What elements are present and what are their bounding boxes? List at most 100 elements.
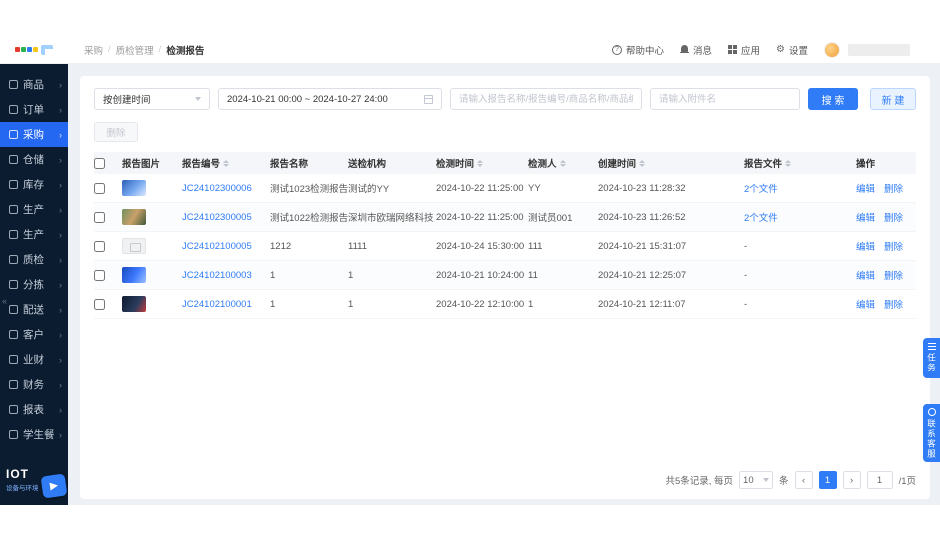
report-no-link[interactable]: JC24102100005 <box>182 241 252 252</box>
sort-icon[interactable] <box>785 159 792 167</box>
sidebar-item-procurement[interactable]: 采购 <box>0 122 68 147</box>
page-size-select[interactable]: 10 <box>739 471 774 489</box>
keyword-input[interactable] <box>450 88 642 110</box>
delete-button[interactable]: 删除 <box>884 239 903 253</box>
row-checkbox[interactable] <box>94 211 105 223</box>
sidebar-collapse-icon[interactable] <box>2 296 7 306</box>
edit-button[interactable]: 编辑 <box>856 239 875 253</box>
sort-icon[interactable] <box>477 159 484 167</box>
breadcrumb-root[interactable]: 采购 <box>84 43 103 57</box>
settings-button[interactable]: 设置 <box>776 43 808 57</box>
sort-icon[interactable] <box>223 159 230 167</box>
sidebar-item-production-2[interactable]: 生产 <box>0 222 68 247</box>
current-page-button[interactable]: 1 <box>818 471 837 489</box>
date-range-picker[interactable]: 2024-10-21 00:00 ~ 2024-10-27 24:00 <box>218 88 442 110</box>
sidebar-item-finance[interactable]: 财务 <box>0 372 68 397</box>
table-row: JC24102300006 测试1023检测报告 测试的YY 2024-10-2… <box>94 174 916 203</box>
help-center-button[interactable]: 帮助中心 <box>611 43 664 57</box>
sidebar-item-biz-finance[interactable]: 业财 <box>0 347 68 372</box>
sidebar-brand: IOT 设备与环境 <box>0 463 68 505</box>
row-checkbox[interactable] <box>94 240 105 252</box>
edit-button[interactable]: 编辑 <box>856 181 875 195</box>
delete-button[interactable]: 删除 <box>884 297 903 311</box>
sidebar-item-delivery[interactable]: 配送 <box>0 297 68 322</box>
created-time: 2024-10-21 12:11:07 <box>598 298 686 310</box>
sort-icon[interactable] <box>559 159 566 167</box>
row-checkbox[interactable] <box>94 182 105 194</box>
table-row: JC24102100003 1 1 2024-10-21 10:24:00 11… <box>94 261 916 290</box>
row-checkbox[interactable] <box>94 269 105 281</box>
sidebar-item-label: 生产 <box>23 204 44 216</box>
sidebar-item-warehouse[interactable]: 仓储 <box>0 147 68 172</box>
time-field-select[interactable]: 按创建时间 <box>94 88 210 110</box>
total-records-label: 共5条记录, 每页 <box>665 476 734 487</box>
messages-button[interactable]: 消息 <box>679 43 712 57</box>
contact-support-tab[interactable]: 联系客服 <box>923 404 940 462</box>
account-menu[interactable] <box>824 41 910 58</box>
sidebar-item-orders[interactable]: 订单 <box>0 97 68 122</box>
search-button[interactable]: 搜 索 <box>808 88 858 110</box>
agency: 深圳市欧瑞网络科技 <box>348 213 434 224</box>
agency: 1111 <box>348 240 368 252</box>
sidebar-item-label: 商品 <box>23 79 44 91</box>
sidebar-item-inventory[interactable]: 库存 <box>0 172 68 197</box>
sidebar-item-quality[interactable]: 质检 <box>0 247 68 272</box>
inventory-icon <box>9 180 18 189</box>
sidebar-item-production[interactable]: 生产 <box>0 197 68 222</box>
task-list-icon <box>927 343 936 350</box>
table-header-row: 报告图片 报告编号 报告名称 送检机构 检测时间 检测人 创建时间 报告文件 操… <box>94 152 916 174</box>
header-agency: 送检机构 <box>348 159 387 170</box>
header-created-time: 创建时间 <box>598 156 744 170</box>
attachment-name-input[interactable] <box>650 88 800 110</box>
report-no-link[interactable]: JC24102100003 <box>182 270 252 281</box>
breadcrumb-section[interactable]: 质检管理 <box>116 43 154 57</box>
sort-icon[interactable] <box>639 159 646 167</box>
chevron-right-icon <box>59 405 62 415</box>
sidebar-item-goods[interactable]: 商品 <box>0 72 68 97</box>
sidebar-item-label: 分拣 <box>23 279 44 291</box>
sidebar-item-sorting[interactable]: 分拣 <box>0 272 68 297</box>
page-jump-input[interactable] <box>866 471 893 489</box>
prev-page-button[interactable]: ‹ <box>794 471 813 489</box>
report-no-link[interactable]: JC24102300006 <box>182 183 252 194</box>
sidebar-item-label: 财务 <box>23 379 44 391</box>
chevron-right-icon <box>59 205 62 215</box>
warehouse-icon <box>9 155 18 164</box>
sidebar-item-label: 报表 <box>23 404 44 416</box>
reports-icon <box>9 405 18 414</box>
row-checkbox[interactable] <box>94 298 105 310</box>
chevron-right-icon <box>59 330 62 340</box>
time-field-value: 按创建时间 <box>103 95 151 106</box>
files-link[interactable]: 2个文件 <box>744 210 778 224</box>
chevron-down-icon <box>763 478 770 482</box>
headset-icon <box>927 407 936 416</box>
next-page-button[interactable]: › <box>842 471 861 489</box>
apps-button[interactable]: 应用 <box>728 43 760 57</box>
bulk-delete-button[interactable]: 删除 <box>94 122 138 142</box>
files-link[interactable]: 2个文件 <box>744 181 778 195</box>
tester: 测试员001 <box>528 213 573 224</box>
delete-button[interactable]: 删除 <box>884 210 903 224</box>
new-report-button[interactable]: 新 建 <box>870 88 916 110</box>
edit-button[interactable]: 编辑 <box>856 297 875 311</box>
chat-bubble-icon[interactable] <box>40 473 68 499</box>
sidebar-item-customers[interactable]: 客户 <box>0 322 68 347</box>
select-all-checkbox[interactable] <box>94 157 105 169</box>
bell-icon <box>679 44 689 55</box>
biz-finance-icon <box>9 355 18 364</box>
task-panel-tab[interactable]: 任务 <box>923 338 940 378</box>
report-no-link[interactable]: JC24102100001 <box>182 299 252 310</box>
logo-square-red <box>15 47 20 52</box>
sidebar-item-reports[interactable]: 报表 <box>0 397 68 422</box>
sidebar-item-student-meals[interactable]: 学生餐 <box>0 422 68 447</box>
edit-button[interactable]: 编辑 <box>856 210 875 224</box>
delete-button[interactable]: 删除 <box>884 268 903 282</box>
edit-button[interactable]: 编辑 <box>856 268 875 282</box>
files-empty: - <box>744 240 748 252</box>
report-no-link[interactable]: JC24102300005 <box>182 212 252 223</box>
header-report-image: 报告图片 <box>122 159 161 170</box>
delete-button[interactable]: 删除 <box>884 181 903 195</box>
header-report-no: 报告编号 <box>182 156 270 170</box>
sidebar-item-label: 订单 <box>23 104 44 116</box>
header-label: 检测时间 <box>436 159 475 170</box>
